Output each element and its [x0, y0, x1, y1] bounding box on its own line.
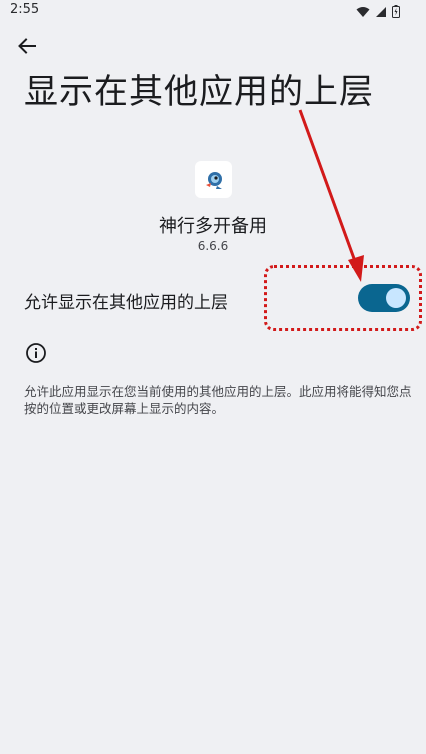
app-logo-icon — [195, 161, 232, 198]
status-icons — [356, 3, 400, 22]
signal-icon — [375, 3, 387, 22]
back-button[interactable] — [12, 33, 42, 63]
permission-description: 允许此应用显示在您当前使用的其他应用的上层。此应用将能得知您点按的位置或更改屏幕… — [24, 384, 412, 416]
battery-icon — [392, 3, 400, 22]
info-icon — [25, 342, 47, 364]
page-title: 显示在其他应用的上层 — [24, 72, 374, 112]
status-bar: 2:55 — [0, 0, 426, 22]
status-time: 2:55 — [10, 2, 40, 17]
app-name: 神行多开备用 — [159, 216, 267, 237]
wifi-icon — [356, 3, 370, 22]
app-version: 6.6.6 — [197, 239, 229, 253]
arrow-back-icon — [18, 38, 36, 58]
permission-toggle-label: 允许显示在其他应用的上层 — [24, 293, 228, 313]
annotation-highlight-box — [264, 265, 422, 331]
